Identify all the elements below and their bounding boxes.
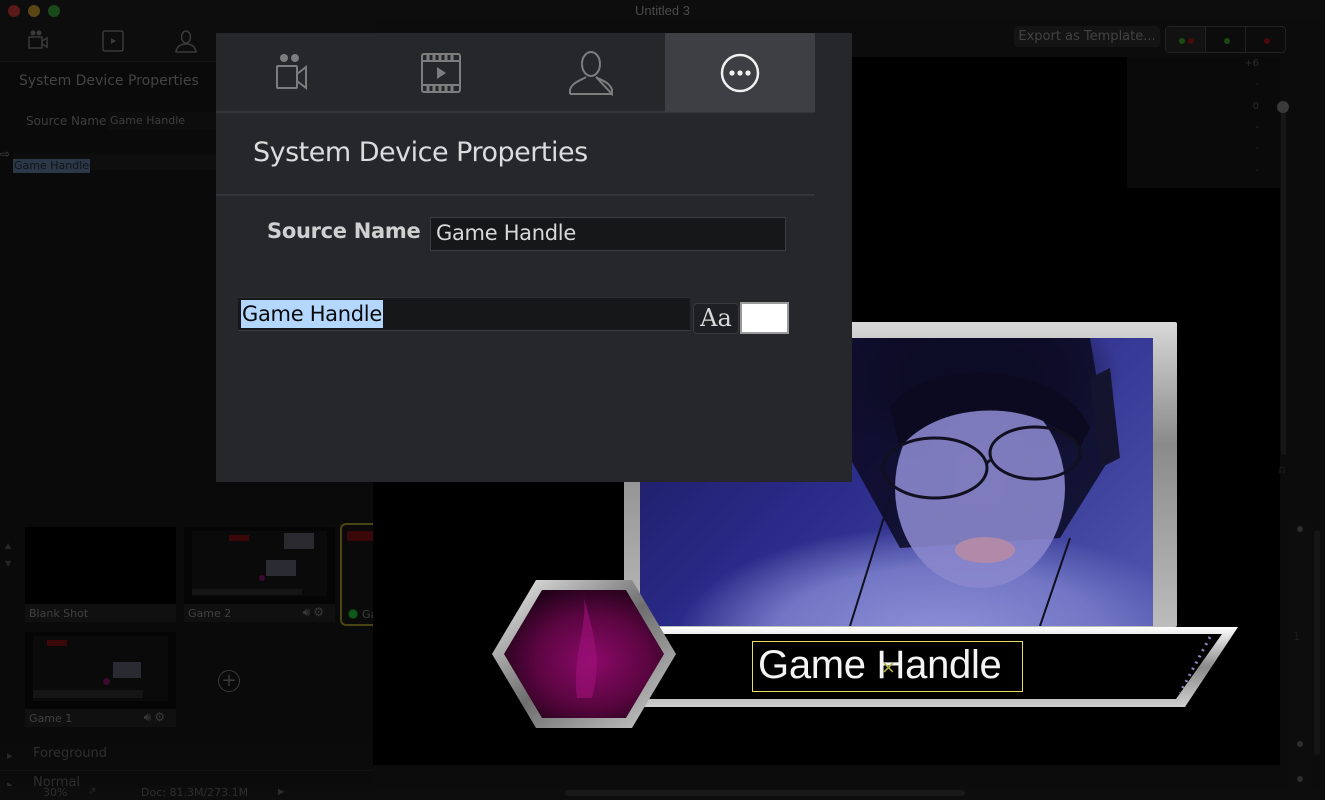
segment-green[interactable]	[1206, 27, 1246, 52]
hexagon-logo	[492, 580, 676, 728]
title-bar: Untitled 3	[0, 0, 1325, 22]
text-content-input[interactable]: Game Handle	[238, 297, 690, 331]
zoom-level[interactable]: 30%	[43, 786, 67, 799]
tab-media[interactable]	[366, 33, 516, 112]
add-shot-button[interactable]: +	[218, 670, 240, 692]
speaker-icon[interactable]: 🔊︎	[303, 605, 314, 619]
live-indicator-icon	[348, 609, 358, 619]
divider	[216, 194, 815, 196]
strip-handle-icon[interactable]	[1297, 741, 1303, 747]
background-panel-heading: System Device Properties	[19, 73, 199, 89]
export-template-button[interactable]: Export as Template...	[1014, 26, 1160, 47]
person-icon	[569, 50, 613, 96]
tab-more[interactable]	[665, 33, 815, 112]
window-title: Untitled 3	[635, 3, 690, 18]
tab-person[interactable]	[516, 33, 666, 112]
meter-tick: -	[1255, 143, 1259, 154]
gear-icon[interactable]: ⚙	[154, 710, 168, 724]
popover-tab-bar	[216, 33, 815, 113]
person-icon[interactable]	[173, 28, 199, 54]
audio-meter-panel: +6 - 0 - - -	[1127, 57, 1280, 188]
status-bar: 30% ⇗ Doc: 81.3M/273.1M ▶	[0, 786, 1325, 800]
strip-handle-icon[interactable]	[1297, 776, 1303, 782]
meter-tick: 0	[1252, 101, 1259, 112]
shot-label: Game 2	[188, 607, 232, 620]
horizontal-scrollbar[interactable]	[565, 790, 965, 796]
background-source-name-field[interactable]: Game Handle	[107, 112, 217, 130]
ellipsis-circle-icon	[720, 53, 760, 92]
meter-tick: -	[1255, 165, 1259, 176]
meter-tick: -	[1255, 79, 1259, 90]
shot-thumbnail	[25, 632, 176, 709]
film-play-icon[interactable]	[100, 28, 126, 54]
font-picker-button[interactable]: Aa	[693, 303, 739, 334]
segment-both[interactable]	[1166, 27, 1206, 52]
shot-controls: 🔊︎⚙	[303, 605, 327, 620]
layer-name: Foreground	[33, 746, 108, 761]
app-window: Untitled 3 System Device Properties Sour…	[0, 0, 1325, 800]
shots-scroll-arrows[interactable]: ▲ ▼	[5, 537, 11, 573]
video-camera-icon[interactable]	[25, 28, 51, 54]
move-cursor-icon: ×	[882, 655, 895, 680]
speaker-icon[interactable]: 🔊︎	[144, 710, 155, 724]
properties-popover: System Device Properties Source Name Gam…	[216, 33, 852, 482]
right-side-strip	[1289, 520, 1311, 790]
volume-slider-knob[interactable]	[1277, 101, 1289, 113]
green-dot-icon	[1179, 38, 1185, 44]
shot-thumbnail	[25, 527, 176, 604]
shot-label: Game 1	[29, 712, 73, 725]
volume-slider-track[interactable]	[1281, 105, 1286, 455]
film-play-icon	[421, 52, 461, 93]
red-dot-icon	[1188, 38, 1194, 44]
background-text-selection: Game Handle	[13, 159, 91, 173]
video-camera-icon	[276, 53, 307, 90]
lower-third-text: Game Handle	[758, 643, 1002, 687]
headphones-icon[interactable]: ∩	[1278, 463, 1286, 476]
gear-icon[interactable]: ⚙	[313, 605, 327, 619]
vertical-scrollbar[interactable]	[1314, 530, 1320, 755]
strip-number: 1	[1293, 630, 1300, 643]
document-size: Doc: 81.3M/273.1M	[141, 786, 249, 799]
status-menu-arrow-icon[interactable]: ▶	[278, 787, 284, 796]
meter-tick: -	[1255, 122, 1259, 133]
background-text-field[interactable]: Game Handle	[13, 154, 218, 173]
lower-third-text-box[interactable]: Game Handle ×	[752, 641, 1023, 692]
shot-tile[interactable]: Blank Shot	[25, 527, 176, 622]
shot-label: Blank Shot	[29, 607, 89, 620]
background-source-name-label: Source Name	[26, 114, 107, 128]
layer-row[interactable]: ▶ Foreground	[0, 742, 373, 771]
output-segmented-control	[1165, 26, 1286, 53]
red-dot-icon	[1264, 38, 1270, 44]
shot-tile[interactable]: Game 1 🔊︎⚙	[25, 632, 176, 727]
source-name-label: Source Name	[267, 219, 421, 243]
segment-red[interactable]	[1246, 27, 1285, 52]
share-icon[interactable]: ⇗	[88, 786, 96, 797]
shot-controls: 🔊︎⚙	[144, 710, 168, 725]
disclosure-triangle-icon[interactable]: ▶	[7, 752, 12, 760]
tab-sources[interactable]	[216, 33, 366, 112]
cursor-arrow-icon: ⇨	[0, 147, 11, 161]
shot-thumbnail	[184, 527, 335, 604]
source-name-input[interactable]: Game Handle	[430, 217, 786, 251]
text-color-well[interactable]	[740, 302, 789, 334]
popover-title: System Device Properties	[253, 137, 588, 168]
shot-tile[interactable]: Game 2 🔊︎⚙	[184, 527, 335, 622]
strip-handle-icon[interactable]	[1297, 526, 1303, 532]
meter-tick: +6	[1244, 58, 1259, 69]
text-selection: Game Handle	[241, 300, 383, 328]
green-dot-icon	[1224, 38, 1230, 44]
